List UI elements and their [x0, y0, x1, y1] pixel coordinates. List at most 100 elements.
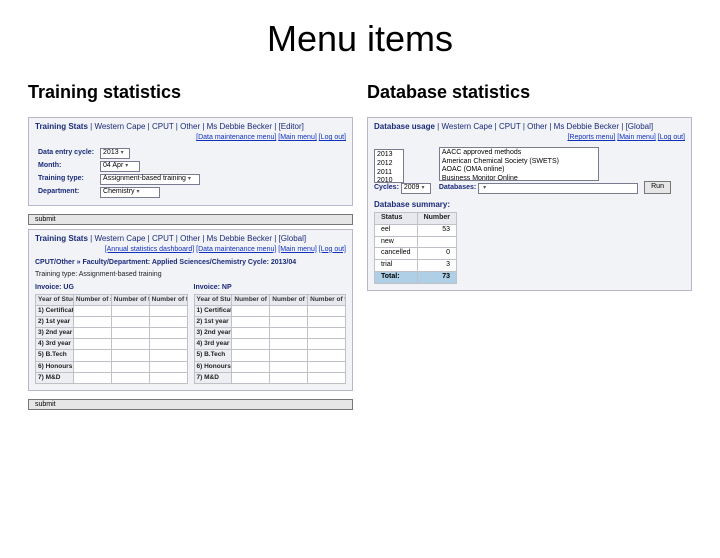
- cell[interactable]: [111, 339, 149, 350]
- cell[interactable]: [111, 350, 149, 361]
- list-item[interactable]: AACC approved methods: [442, 149, 596, 158]
- status-cell: cancelled: [375, 248, 418, 260]
- link-main-menu[interactable]: [Main menu]: [617, 134, 656, 141]
- cell[interactable]: [149, 372, 187, 383]
- submit-button-grid[interactable]: submit: [28, 399, 353, 410]
- row-label: 4) 3rd year: [36, 339, 74, 350]
- cell[interactable]: [149, 317, 187, 328]
- col-status: Status: [375, 213, 418, 225]
- table-row: 2) 1st year: [36, 317, 188, 328]
- status-cell: eel: [375, 224, 418, 236]
- cell[interactable]: [270, 350, 308, 361]
- list-item[interactable]: AOAC (OMA online): [442, 166, 596, 175]
- link-main-menu[interactable]: [Main menu]: [278, 246, 317, 253]
- row-label: 5) B.Tech: [36, 350, 74, 361]
- cell[interactable]: [111, 305, 149, 316]
- cell[interactable]: [149, 339, 187, 350]
- cell[interactable]: [270, 317, 308, 328]
- cell[interactable]: [308, 328, 346, 339]
- cell[interactable]: [308, 317, 346, 328]
- total-label: Total:: [375, 271, 418, 283]
- training-form-links: [Data maintenance menu] [Main menu] [Log…: [35, 134, 346, 143]
- table-row: 5) B.Tech: [36, 350, 188, 361]
- cell[interactable]: [73, 305, 111, 316]
- list-item[interactable]: 2010: [377, 177, 401, 183]
- link-logout[interactable]: [Log out]: [658, 134, 685, 141]
- cell[interactable]: [308, 350, 346, 361]
- cell[interactable]: [308, 372, 346, 383]
- table-row: 6) Honours: [194, 361, 346, 372]
- link-data-maintenance[interactable]: [Data maintenance menu]: [196, 246, 276, 253]
- month-select[interactable]: 04 Apr: [100, 161, 140, 172]
- cell[interactable]: [232, 361, 270, 372]
- cell[interactable]: [73, 328, 111, 339]
- row-label: 3) 2nd year: [194, 328, 232, 339]
- cycles-label: Cycles:: [374, 184, 399, 191]
- value-cell: 3: [417, 260, 456, 272]
- grid-left: Year of Study Number of sessions Number …: [35, 294, 188, 384]
- table-row: eel53: [375, 224, 457, 236]
- cell[interactable]: [73, 350, 111, 361]
- database-panel: Database usage | Western Cape | CPUT | O…: [367, 117, 692, 291]
- cell[interactable]: [270, 361, 308, 372]
- cell[interactable]: [111, 317, 149, 328]
- database-links: [Reports menu] [Main menu] [Log out]: [374, 134, 685, 143]
- col-trainings: Number of trainings: [308, 294, 346, 305]
- list-item[interactable]: Business Monitor Online: [442, 175, 596, 181]
- table-row: 1) Certificate: [36, 305, 188, 316]
- panel-context: | Western Cape | CPUT | Other | Ms Debbi…: [90, 122, 304, 131]
- col-number: Number: [417, 213, 456, 225]
- cell[interactable]: [73, 317, 111, 328]
- cell[interactable]: [149, 328, 187, 339]
- training-grid-links: [Annual statistics dashboard] [Data main…: [35, 246, 346, 255]
- cell[interactable]: [232, 305, 270, 316]
- link-logout[interactable]: [Log out]: [319, 134, 346, 141]
- cell[interactable]: [149, 305, 187, 316]
- cycle-select[interactable]: 2013: [100, 148, 130, 159]
- table-row: 3) 2nd year: [194, 328, 346, 339]
- cell[interactable]: [149, 350, 187, 361]
- row-label: 6) Honours: [194, 361, 232, 372]
- cell[interactable]: [73, 361, 111, 372]
- department-select[interactable]: Chemistry: [100, 187, 160, 198]
- list-item[interactable]: 2013: [377, 151, 401, 160]
- cycles-listbox[interactable]: 2013 2012 2011 2010: [374, 149, 404, 183]
- cell[interactable]: [73, 339, 111, 350]
- cell[interactable]: [232, 317, 270, 328]
- link-reports-menu[interactable]: [Reports menu]: [567, 134, 615, 141]
- left-column: Training statistics Training Stats | Wes…: [28, 82, 353, 410]
- cell[interactable]: [270, 339, 308, 350]
- cell[interactable]: [111, 361, 149, 372]
- databases-select[interactable]: [478, 183, 638, 194]
- cell[interactable]: [308, 339, 346, 350]
- cell[interactable]: [149, 361, 187, 372]
- cell[interactable]: [270, 328, 308, 339]
- cycles-select[interactable]: 2009: [401, 183, 431, 194]
- list-item[interactable]: 2012: [377, 160, 401, 169]
- link-dashboard[interactable]: [Annual statistics dashboard]: [105, 246, 195, 253]
- database-title: Database usage | Western Cape | CPUT | O…: [374, 122, 685, 132]
- link-logout[interactable]: [Log out]: [319, 246, 346, 253]
- databases-listbox[interactable]: AACC approved methods American Chemical …: [439, 147, 599, 181]
- table-row: cancelled0: [375, 248, 457, 260]
- link-main-menu[interactable]: [Main menu]: [278, 134, 317, 141]
- cell[interactable]: [308, 305, 346, 316]
- cell[interactable]: [232, 328, 270, 339]
- run-button[interactable]: Run: [644, 181, 671, 194]
- cell[interactable]: [111, 328, 149, 339]
- cell[interactable]: [232, 372, 270, 383]
- row-label: 2) 1st year: [36, 317, 74, 328]
- cell[interactable]: [232, 339, 270, 350]
- list-item[interactable]: 2011: [377, 169, 401, 178]
- submit-button[interactable]: submit: [28, 214, 353, 225]
- cell[interactable]: [232, 350, 270, 361]
- cell[interactable]: [73, 372, 111, 383]
- link-data-maintenance[interactable]: [Data maintenance menu]: [196, 134, 276, 141]
- cell[interactable]: [270, 305, 308, 316]
- training-type-select[interactable]: Assignment-based training: [100, 174, 200, 185]
- cell[interactable]: [111, 372, 149, 383]
- table-row: 4) 3rd year: [36, 339, 188, 350]
- list-item[interactable]: American Chemical Society (SWETS): [442, 158, 596, 167]
- cell[interactable]: [308, 361, 346, 372]
- cell[interactable]: [270, 372, 308, 383]
